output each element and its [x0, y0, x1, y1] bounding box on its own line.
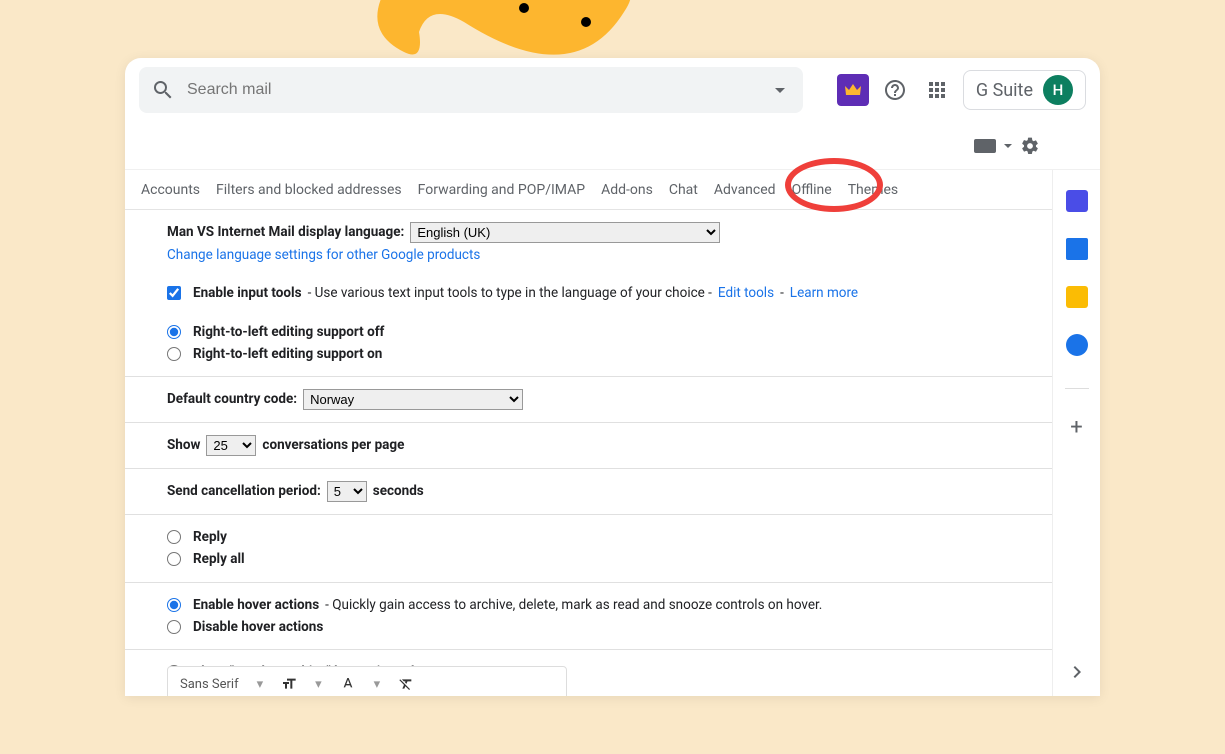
- enable-input-tools-checkbox[interactable]: [167, 286, 181, 300]
- input-tools-desc: - Use various text input tools to type i…: [308, 283, 712, 303]
- add-addon-button[interactable]: +: [1070, 415, 1082, 440]
- font-family-select[interactable]: Sans Serif: [180, 677, 239, 692]
- enable-hover-radio[interactable]: [167, 598, 181, 612]
- clear-formatting-icon[interactable]: [398, 676, 414, 692]
- edit-tools-link[interactable]: Edit tools: [718, 283, 774, 303]
- header: G Suite H: [125, 58, 1100, 122]
- tab-forwarding[interactable]: Forwarding and POP/IMAP: [410, 182, 593, 198]
- show-label: Show: [167, 435, 200, 455]
- tab-chat[interactable]: Chat: [661, 182, 706, 198]
- crown-badge-icon[interactable]: [837, 74, 869, 106]
- rtl-off-label: Right-to-left editing support off: [193, 322, 384, 342]
- enable-input-tools-label: Enable input tools: [193, 283, 302, 303]
- settings-tabs: Accounts Filters and blocked addresses F…: [125, 170, 1100, 210]
- display-language-select[interactable]: English (UK): [410, 222, 720, 243]
- seconds-label: seconds: [373, 481, 424, 501]
- tasks-addon-icon[interactable]: [1066, 286, 1088, 308]
- country-code-label: Default country code:: [167, 389, 297, 409]
- change-language-link[interactable]: Change language settings for other Googl…: [167, 245, 480, 265]
- tab-themes[interactable]: Themes: [840, 182, 906, 198]
- rtl-on-label: Right-to-left editing support on: [193, 344, 382, 364]
- reply-radio[interactable]: [167, 530, 181, 544]
- section-hover-actions: Enable hover actions - Quickly gain acce…: [125, 583, 1100, 651]
- settings-gear-icon[interactable]: [1020, 136, 1040, 156]
- rtl-on-radio[interactable]: [167, 347, 181, 361]
- learn-more-link[interactable]: Learn more: [790, 283, 858, 303]
- help-icon[interactable]: [883, 78, 907, 102]
- reply-all-label: Reply all: [193, 549, 245, 569]
- side-panel-divider: [1065, 388, 1089, 389]
- disable-hover-radio[interactable]: [167, 620, 181, 634]
- rtl-off-radio[interactable]: [167, 325, 181, 339]
- search-options-dropdown-icon[interactable]: [775, 88, 785, 93]
- section-page-size: Show 25 conversations per page: [125, 423, 1100, 469]
- country-code-select[interactable]: Norway: [303, 389, 523, 410]
- collapse-side-panel-icon[interactable]: [1065, 660, 1089, 684]
- input-method-indicator-icon[interactable]: [974, 139, 996, 153]
- avatar: H: [1043, 75, 1073, 105]
- conversations-per-page-label: conversations per page: [262, 435, 404, 455]
- apps-grid-icon[interactable]: [925, 78, 949, 102]
- reply-all-radio[interactable]: [167, 552, 181, 566]
- disable-hover-label: Disable hover actions: [193, 617, 323, 637]
- side-panel: +: [1052, 170, 1100, 696]
- section-country-code: Default country code: Norway: [125, 377, 1100, 423]
- search-box[interactable]: [139, 67, 803, 113]
- page-size-select[interactable]: 25: [206, 435, 256, 456]
- search-input[interactable]: [187, 81, 791, 99]
- input-method-dropdown-icon[interactable]: [1004, 144, 1012, 148]
- settings-body: Man VS Internet Mail display language: E…: [125, 210, 1100, 696]
- app-window: G Suite H Accounts Filters and blocked a…: [125, 58, 1100, 696]
- tab-accounts[interactable]: Accounts: [133, 182, 208, 198]
- tab-advanced[interactable]: Advanced: [706, 182, 784, 198]
- tab-offline[interactable]: Offline: [784, 182, 840, 198]
- send-cancel-label: Send cancellation period:: [167, 481, 321, 501]
- display-language-label: Man VS Internet Mail display language:: [167, 222, 404, 242]
- text-size-icon[interactable]: [281, 676, 297, 692]
- toolbar-row: [125, 122, 1100, 170]
- text-color-icon[interactable]: [340, 676, 356, 692]
- keep-addon-icon[interactable]: [1066, 238, 1088, 260]
- search-icon: [151, 78, 175, 102]
- enable-hover-label: Enable hover actions: [193, 595, 319, 615]
- hover-desc: - Quickly gain access to archive, delete…: [325, 595, 822, 615]
- tab-addons[interactable]: Add-ons: [593, 182, 661, 198]
- section-undo-send: Send cancellation period: 5 seconds: [125, 469, 1100, 515]
- tab-filters[interactable]: Filters and blocked addresses: [208, 182, 410, 198]
- gsuite-account-button[interactable]: G Suite H: [963, 70, 1086, 110]
- font-toolbar: Sans Serif ▾ ▾ ▾: [167, 666, 567, 696]
- contacts-addon-icon[interactable]: [1066, 334, 1088, 356]
- section-default-reply: Reply Reply all: [125, 515, 1100, 583]
- gsuite-label: G Suite: [976, 80, 1033, 101]
- section-language: Man VS Internet Mail display language: E…: [125, 210, 1100, 377]
- calendar-addon-icon[interactable]: [1066, 190, 1088, 212]
- reply-label: Reply: [193, 527, 227, 547]
- send-cancel-select[interactable]: 5: [327, 481, 367, 502]
